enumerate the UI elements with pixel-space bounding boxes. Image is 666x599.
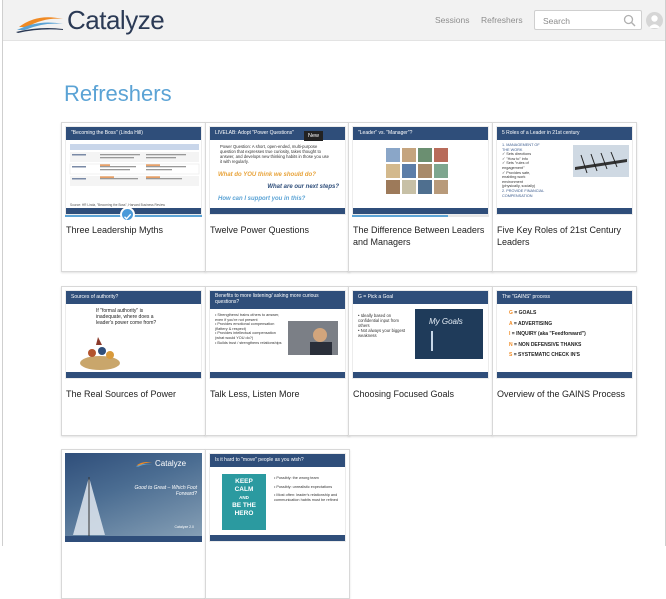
slide-list: • Strengthens/ trains others to answer, … — [215, 313, 285, 345]
card-title: Five Key Roles of 21st Century Leaders — [497, 225, 622, 247]
slide-list: • Ideally based on confidential input fr… — [358, 313, 410, 338]
nav-sessions-link[interactable]: Sessions — [435, 15, 470, 25]
refresher-card[interactable]: Benefits to more listening/ asking more … — [205, 286, 350, 436]
card-title: Three Leadership Myths — [66, 225, 164, 235]
slide-thumbnail: "Leader" vs. "Manager"? — [352, 126, 489, 215]
slide-heading: Benefits to more listening/ asking more … — [210, 291, 345, 309]
slide-thumbnail: Catalyze Good to Great – Which Foot Forw… — [65, 453, 202, 542]
refresher-card[interactable]: The "GAINS" process G = GOALS A = ADVERT… — [492, 286, 637, 436]
slide-subtitle: Catalyze 2.0 — [174, 525, 194, 529]
sailboat-logo-icon — [16, 17, 63, 33]
slide-heading: "Becoming the Boss" (Linda Hill) — [66, 127, 201, 140]
logo-wordmark: Catalyze — [67, 4, 165, 35]
sail-image — [73, 477, 105, 537]
refresher-card[interactable]: Catalyze Good to Great – Which Foot Forw… — [61, 449, 206, 599]
slide-question-3: How can I support you in this? — [218, 196, 306, 202]
slide-line: • Strengthens/ trains others to answer, … — [215, 313, 280, 322]
top-nav-bar: Catalyze Sessions Refreshers — [3, 0, 665, 41]
app-window: Catalyze Sessions Refreshers Refreshers … — [2, 0, 666, 599]
gains-item: N = NON DEFENSIVE THANKS — [509, 341, 582, 348]
sailboat-logo-icon — [135, 461, 153, 467]
slide-thumbnail: G = Pick a Goal • Ideally based on confi… — [352, 290, 489, 379]
slide-body-text: Power Question: A short, open-ended, mul… — [220, 144, 329, 164]
keep-calm-poster: KEEP CALM AND BE THE HERO — [222, 474, 266, 530]
slide-heading: 5 Roles of a Leader in 21st century — [497, 127, 632, 140]
slide-heading: The "GAINS" process — [497, 291, 632, 304]
refresher-card[interactable]: "Leader" vs. "Manager"? The Difference B… — [348, 122, 493, 272]
slide-heading: LIVELAB: Adopt "Power Questions" — [210, 127, 345, 140]
slide-line: • Not always your biggest weakness — [358, 328, 406, 338]
crowd-illustration — [80, 337, 120, 370]
slide-thumbnail: The "GAINS" process G = GOALS A = ADVERT… — [496, 290, 633, 379]
board-text: My Goals — [429, 317, 463, 326]
refresher-card[interactable]: LIVELAB: Adopt "Power Questions" Power Q… — [205, 122, 350, 272]
search-box — [534, 10, 642, 30]
slide-heading: Is it hard to "move" people as you wish? — [210, 454, 345, 467]
slide-line: • Possibly: unrealistic expectations — [274, 484, 333, 489]
gains-item: G = GOALS — [509, 310, 537, 316]
card-title: Overview of the GAINS Process — [497, 389, 626, 399]
completed-check-icon — [120, 207, 135, 222]
slide-list: • Possibly: the wrong team • Possibly: u… — [274, 476, 342, 502]
slide-heading: G = Pick a Goal — [353, 291, 488, 304]
refresher-card[interactable]: Is it hard to "move" people as you wish?… — [205, 449, 350, 599]
nav-refreshers-link[interactable]: Refreshers — [481, 15, 523, 25]
slide-line: • Ideally based on confidential input fr… — [358, 313, 399, 328]
slide-line: • Provides intellectual compensation (wh… — [215, 331, 276, 340]
rowing-image — [573, 145, 629, 177]
slide-list: 1. MANAGEMENT OF THE WORK ✓ Sets directi… — [502, 143, 572, 198]
search-input[interactable] — [541, 12, 625, 30]
catalyze-logo[interactable]: Catalyze — [15, 4, 165, 35]
slide-question-2: What are our next steps? — [267, 184, 339, 190]
card-title: Talk Less, Listen More — [210, 389, 300, 399]
refresher-card[interactable]: 5 Roles of a Leader in 21st century 1. M… — [492, 122, 637, 272]
refresher-card[interactable]: G = Pick a Goal • Ideally based on confi… — [348, 286, 493, 436]
slide-line: COMPENSATION — [502, 193, 533, 198]
gains-list: G = GOALS A = ADVERTISING I = INQUIRY (a… — [509, 308, 629, 361]
card-title: The Real Sources of Power — [66, 389, 177, 399]
slide-thumbnail: Sources of authority? If "formal authori… — [65, 290, 202, 379]
listening-photo — [288, 321, 338, 355]
slide-line: • Most often: leader's relationship and … — [274, 493, 338, 502]
slide-line: • Provides emotional compensation (flatt… — [215, 322, 275, 331]
slide-body-text: Good to Great – Which Foot Forward? — [134, 485, 197, 497]
gains-item: I = INQUIRY (aka "Feedforward") — [509, 331, 586, 337]
card-title: The Difference Between Leaders and Manag… — [353, 225, 485, 247]
slide-thumbnail: Benefits to more listening/ asking more … — [209, 290, 346, 379]
refresher-card[interactable]: Sources of authority? If "formal authori… — [61, 286, 206, 436]
people-grid-image — [386, 148, 448, 194]
slide-heading: "Leader" vs. "Manager"? — [353, 127, 488, 140]
slide-logo: Catalyze — [135, 458, 186, 468]
slide-line: • Builds trust / strengthens relationshi… — [215, 340, 282, 345]
slide-heading: Sources of authority? — [66, 291, 201, 304]
slide-thumbnail: "Becoming the Boss" (Linda Hill) Source:… — [65, 126, 202, 215]
gains-item: A = ADVERTISING — [509, 320, 553, 327]
goals-board-image: My Goals — [415, 309, 483, 359]
card-title: Twelve Power Questions — [210, 225, 310, 235]
slide-thumbnail: 5 Roles of a Leader in 21st century 1. M… — [496, 126, 633, 215]
slide-thumbnail: Is it hard to "move" people as you wish?… — [209, 453, 346, 542]
gains-item: S = SYSTEMATIC CHECK IN'S — [509, 352, 580, 358]
page-title: Refreshers — [64, 80, 172, 106]
card-title: Choosing Focused Goals — [353, 389, 455, 399]
new-badge: New — [304, 131, 324, 141]
search-icon[interactable] — [623, 14, 636, 27]
user-avatar-icon[interactable] — [646, 12, 663, 29]
progress-bar — [352, 215, 489, 217]
refresher-card[interactable]: "Becoming the Boss" (Linda Hill) Source:… — [61, 122, 206, 272]
slide-table-graphic — [69, 144, 200, 186]
slide-body-text: If "formal authority" is inadequate, whe… — [96, 308, 157, 326]
slide-question-1: What do YOU think we should do? — [218, 172, 316, 178]
slide-thumbnail: LIVELAB: Adopt "Power Questions" Power Q… — [209, 126, 346, 215]
